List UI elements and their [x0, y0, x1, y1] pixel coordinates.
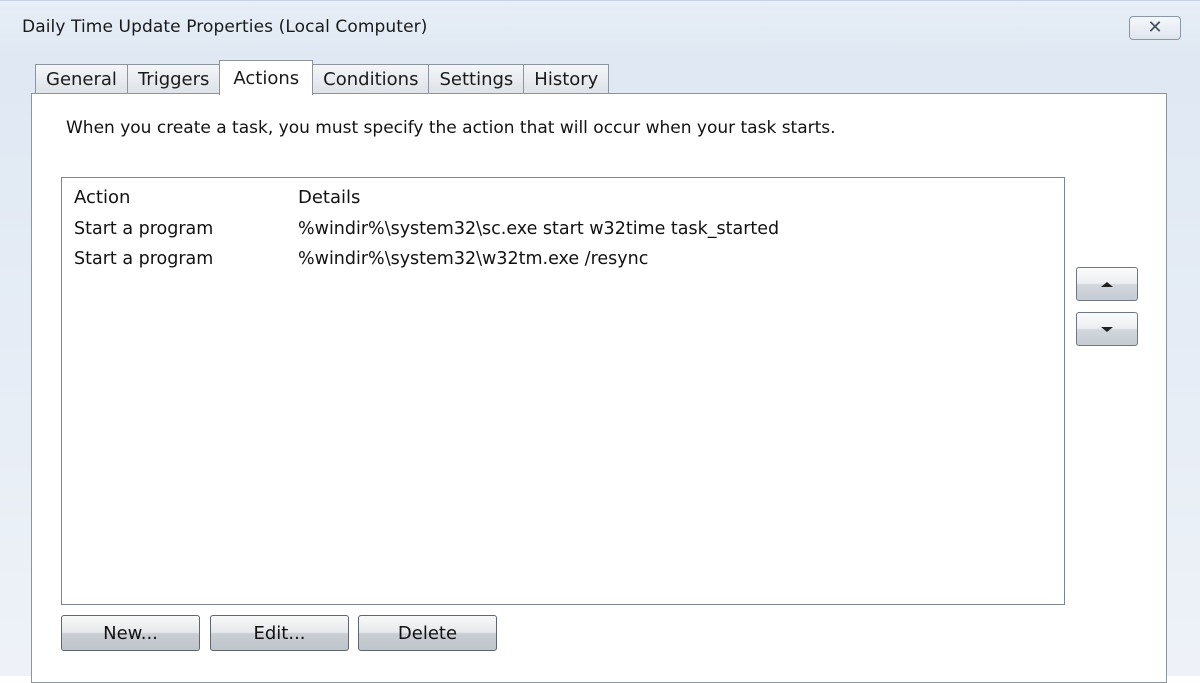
properties-dialog: Daily Time Update Properties (Local Comp… — [0, 0, 1200, 683]
tab-general[interactable]: General — [35, 64, 128, 94]
tab-conditions[interactable]: Conditions — [312, 64, 430, 94]
new-action-button[interactable]: New... — [61, 615, 200, 651]
move-down-button[interactable] — [1076, 312, 1138, 346]
close-button[interactable]: ✕ — [1129, 16, 1181, 40]
action-type-cell: Start a program — [74, 219, 214, 239]
action-row[interactable]: Start a program %windir%\system32\w32tm.… — [62, 246, 1064, 274]
actions-instruction-text: When you create a task, you must specify… — [66, 118, 836, 138]
edit-action-button[interactable]: Edit... — [210, 615, 349, 651]
tab-triggers[interactable]: Triggers — [126, 64, 221, 94]
arrow-up-icon — [1101, 281, 1113, 287]
arrow-down-icon — [1101, 326, 1113, 332]
tab-history[interactable]: History — [523, 64, 610, 94]
column-header-action[interactable]: Action — [74, 187, 130, 208]
action-row[interactable]: Start a program %windir%\system32\sc.exe… — [62, 216, 1064, 244]
action-details-cell: %windir%\system32\w32tm.exe /resync — [298, 249, 649, 269]
delete-action-button[interactable]: Delete — [358, 615, 497, 651]
actions-list[interactable]: Action Details Start a program %windir%\… — [61, 177, 1065, 605]
move-up-button[interactable] — [1076, 267, 1138, 301]
action-type-cell: Start a program — [74, 249, 214, 269]
close-icon: ✕ — [1147, 17, 1163, 38]
column-header-details[interactable]: Details — [298, 187, 360, 208]
window-title: Daily Time Update Properties (Local Comp… — [22, 17, 428, 37]
tab-strip: General Triggers Actions Conditions Sett… — [35, 60, 610, 95]
action-details-cell: %windir%\system32\sc.exe start w32time t… — [298, 219, 780, 239]
tab-settings[interactable]: Settings — [428, 64, 525, 94]
tab-actions[interactable]: Actions — [219, 60, 314, 95]
